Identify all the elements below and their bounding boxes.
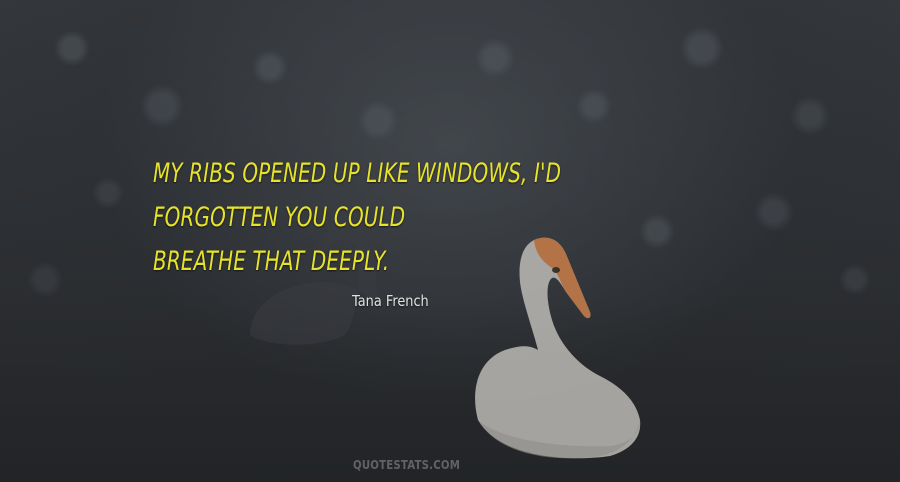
quote-line-1: My ribs opened up like windows, I'd forg… xyxy=(153,158,562,233)
quote-text: My ribs opened up like windows, I'd forg… xyxy=(153,152,661,284)
author-name: Tana French xyxy=(352,292,429,310)
quote-line-2: breathe that deeply. xyxy=(153,246,390,277)
quote-image: My ribs opened up like windows, I'd forg… xyxy=(0,0,900,482)
watermark: QUOTESTATS.COM xyxy=(353,458,461,472)
